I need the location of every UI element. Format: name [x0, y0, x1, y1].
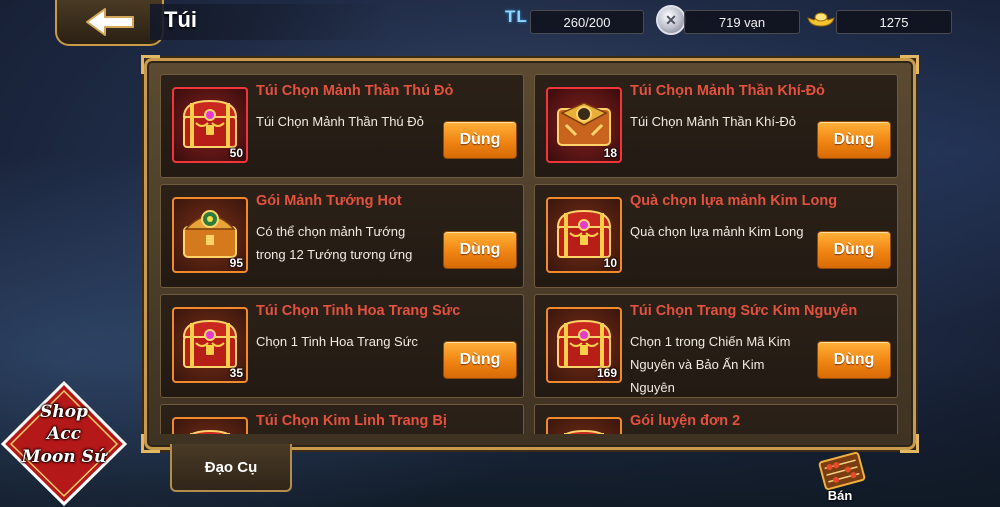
item-quantity: 10 [603, 256, 617, 270]
item-icon-frame[interactable] [546, 417, 622, 434]
gold-ingot-icon [806, 8, 836, 28]
page-title: Túi [164, 7, 197, 32]
use-button[interactable]: Dùng [817, 231, 891, 269]
item-card[interactable]: 10 Quà chọn lựa mảnh Kim Long Quà chọn lựa… [534, 184, 898, 288]
use-button[interactable]: Dùng [817, 341, 891, 379]
silver-coin-icon: ✕ [656, 5, 686, 35]
shop-logo-watermark: Shop Acc Moon Sứ [0, 380, 128, 507]
tab-dao-cu[interactable]: Đạo Cụ [170, 444, 292, 492]
abacus-icon [818, 452, 866, 490]
use-button[interactable]: Dùng [443, 121, 517, 159]
item-card[interactable]: Gói luyện đơn 2 [534, 404, 898, 434]
item-quantity: 50 [229, 146, 243, 160]
use-button[interactable]: Dùng [443, 231, 517, 269]
item-name: Túi Chọn Mảnh Thần Khí-Đỏ [630, 83, 825, 99]
item-card[interactable]: 169 Túi Chọn Trang Sức Kim Nguyên Chọn 1 t… [534, 294, 898, 398]
gold-counter: 1275 [836, 10, 952, 34]
inventory-panel: 50 Túi Chọn Mảnh Thần Thú Đỏ Túi Chọn Mảnh… [141, 55, 919, 453]
panel-corner [900, 55, 919, 74]
item-card[interactable]: 18 Túi Chọn Mảnh Thần Khí-Đỏ Túi Chọn Mảnh… [534, 74, 898, 178]
item-name: Túi Chọn Tinh Hoa Trang Sức [256, 303, 461, 319]
panel-corner [900, 434, 919, 453]
item-quantity: 169 [596, 366, 617, 380]
item-icon-frame[interactable]: 18 [546, 87, 622, 163]
item-icon-frame[interactable]: 95 [172, 197, 248, 273]
item-description: Túi Chọn Mảnh Thần Khí-Đỏ [630, 114, 796, 129]
item-description: Chọn 1 trong Chiến Mã Kim Nguyên và Bảo … [630, 334, 791, 395]
item-card[interactable]: Túi Chọn Kim Linh Trang Bị [160, 404, 524, 434]
item-description: Quà chọn lựa mảnh Kim Long [630, 224, 804, 239]
use-button[interactable]: Dùng [817, 121, 891, 159]
sell-button[interactable]: Bán [812, 452, 872, 507]
item-card[interactable]: 35 Túi Chọn Tinh Hoa Trang Sức Chọn 1 Tinh… [160, 294, 524, 398]
silver-counter: 719 vạn [684, 10, 800, 34]
logo-line: Moon Sứ [21, 447, 107, 467]
item-icon-frame[interactable] [172, 417, 248, 434]
item-description: Có thể chọn mảnh Tướng trong 12 Tướng tư… [256, 224, 413, 262]
logo-line: Acc [47, 424, 81, 444]
sell-label: Bán [827, 488, 853, 503]
item-icon-frame[interactable]: 10 [546, 197, 622, 273]
panel-corner [141, 55, 160, 74]
item-icon-frame[interactable]: 50 [172, 87, 248, 163]
item-quantity: 35 [229, 366, 243, 380]
use-button[interactable]: Dùng [443, 341, 517, 379]
item-name: Gói luyện đơn 2 [630, 413, 741, 429]
item-name: Túi Chọn Mảnh Thần Thú Đỏ [256, 83, 454, 99]
item-name: Quà chọn lựa mảnh Kim Long [630, 193, 838, 209]
back-button[interactable] [55, 0, 164, 46]
item-description: Chọn 1 Tinh Hoa Trang Sức [256, 334, 418, 349]
item-name: Túi Chọn Trang Sức Kim Nguyên [630, 303, 858, 319]
item-list[interactable]: 50 Túi Chọn Mảnh Thần Thú Đỏ Túi Chọn Mảnh… [160, 74, 900, 434]
logo-line: Shop [40, 402, 88, 422]
tl-icon: TL [505, 7, 528, 26]
stamina-counter: 260/200 [530, 10, 644, 34]
item-description: Túi Chọn Mảnh Thần Thú Đỏ [256, 114, 424, 129]
item-card[interactable]: 95 Gói Mảnh Tướng Hot Có thể chọn mảnh Tướ… [160, 184, 524, 288]
item-name: Gói Mảnh Tướng Hot [256, 193, 402, 209]
item-quantity: 95 [229, 256, 243, 270]
panel-corner [141, 434, 160, 453]
item-name: Túi Chọn Kim Linh Trang Bị [256, 413, 447, 429]
item-card[interactable]: 50 Túi Chọn Mảnh Thần Thú Đỏ Túi Chọn Mảnh… [160, 74, 524, 178]
item-icon-frame[interactable]: 35 [172, 307, 248, 383]
item-icon-frame[interactable]: 169 [546, 307, 622, 383]
item-quantity: 18 [603, 146, 617, 160]
back-arrow-icon [85, 8, 134, 36]
